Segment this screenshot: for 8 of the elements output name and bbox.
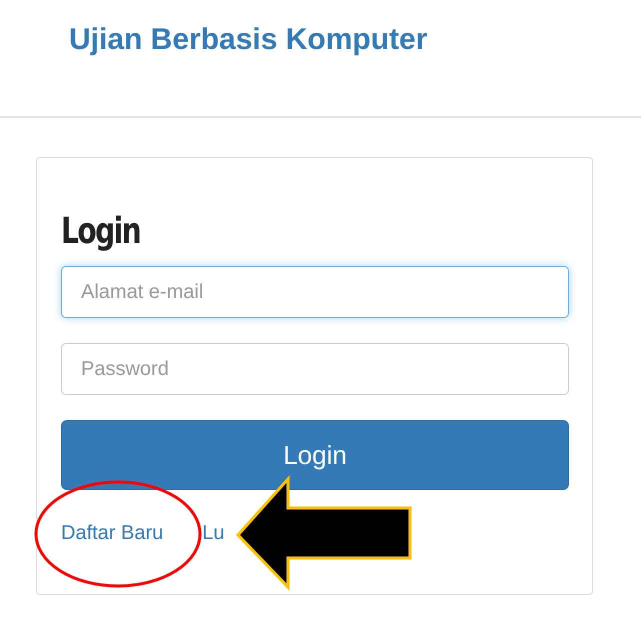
login-heading: Login xyxy=(61,210,140,254)
arrow-icon xyxy=(236,475,412,591)
site-title[interactable]: Ujian Berbasis Komputer xyxy=(69,23,428,57)
link[interactable]: Lu xyxy=(202,522,225,545)
register-link[interactable]: Daftar Baru xyxy=(61,522,164,545)
email-field[interactable]: Alamat e-mail xyxy=(61,266,569,318)
login-button[interactable]: Login xyxy=(61,420,569,490)
password-field[interactable]: Password xyxy=(61,343,569,395)
